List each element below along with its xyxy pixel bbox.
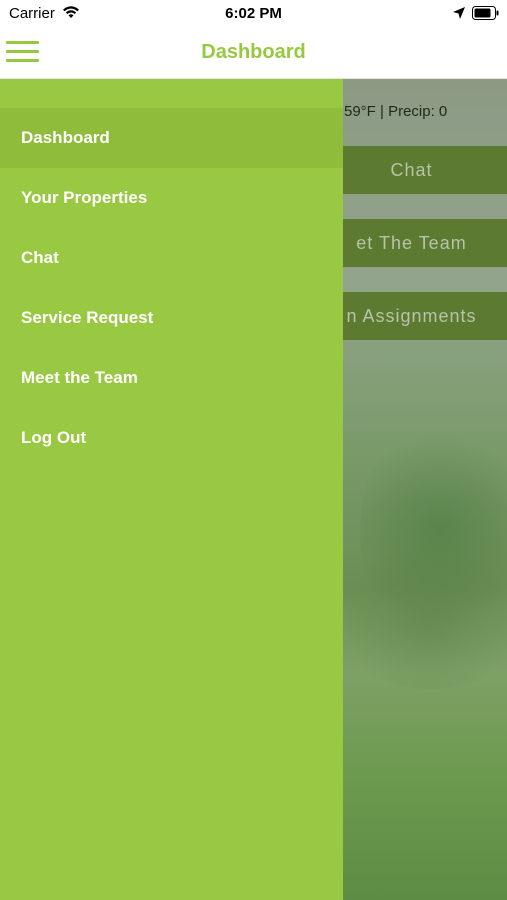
chat-button[interactable]: Chat [316,146,507,194]
navigation-bar: Dashboard [0,28,507,79]
status-bar: Carrier 6:02 PM [0,0,507,28]
location-arrow-icon [452,6,466,24]
menu-item-meet-the-team[interactable]: Meet the Team [0,348,343,408]
menu-item-chat[interactable]: Chat [0,228,343,288]
side-menu: Dashboard Your Properties Chat Service R… [0,79,343,900]
weather-summary: 59°F | Precip: 0 [344,103,448,120]
menu-item-dashboard[interactable]: Dashboard [0,108,343,168]
background-foliage [330,549,507,689]
menu-item-your-properties[interactable]: Your Properties [0,168,343,228]
assignments-button[interactable]: n Assignments [316,292,507,340]
battery-icon [472,6,500,24]
menu-item-log-out[interactable]: Log Out [0,408,343,468]
menu-item-service-request[interactable]: Service Request [0,288,343,348]
page-title: Dashboard [201,41,306,63]
clock: 6:02 PM [225,5,282,22]
meet-the-team-button[interactable]: et The Team [316,219,507,267]
